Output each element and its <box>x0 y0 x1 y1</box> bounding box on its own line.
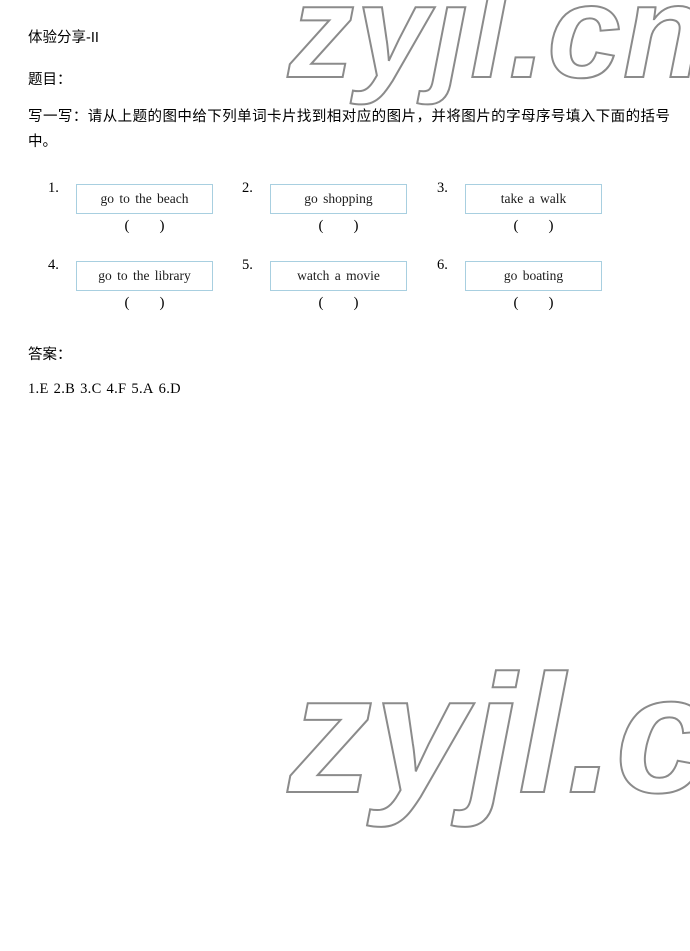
watermark-bottom: zyjl.cn <box>287 640 690 828</box>
card-phrase: watch a movie <box>297 268 380 283</box>
answer-item: 3.C <box>80 381 102 397</box>
question-section-label: 题目： <box>28 72 72 88</box>
answer-key-values: 1.E 2.B 3.C 4.F 5.A 6.D <box>28 381 186 398</box>
answer-key-label: 答案： <box>28 347 72 363</box>
card-number: 1. <box>48 180 59 196</box>
answer-item: 1.E <box>28 381 49 397</box>
answer-item: 4.F <box>106 381 127 397</box>
card-phrase: go to the beach <box>100 191 189 206</box>
word-card-grid: 1. go to the beach ( ) 2. go shopping ( … <box>0 178 690 332</box>
answer-blank[interactable]: ( ) <box>465 295 602 312</box>
card-box: go boating <box>465 261 602 291</box>
card-number: 4. <box>48 257 59 273</box>
answer-blank[interactable]: ( ) <box>270 295 407 312</box>
card-box: go to the beach <box>76 184 213 214</box>
card-number: 6. <box>437 257 448 273</box>
instruction-text: 写一写：请从上题的图中给下列单词卡片找到相对应的图片，并将图片的字母序号填入下面… <box>28 109 670 151</box>
card-phrase: take a walk <box>500 191 567 206</box>
card-phrase: go to the library <box>98 268 191 283</box>
answer-blank[interactable]: ( ) <box>76 295 213 312</box>
card-row: 4. go to the library ( ) 5. watch a movi… <box>0 255 690 332</box>
answer-blank[interactable]: ( ) <box>76 218 213 235</box>
card-phrase: go shopping <box>304 191 373 206</box>
card-number: 2. <box>242 180 253 196</box>
card-box: take a walk <box>465 184 602 214</box>
card-box: watch a movie <box>270 261 407 291</box>
card-number: 3. <box>437 180 448 196</box>
card-number: 5. <box>242 257 253 273</box>
card-row: 1. go to the beach ( ) 2. go shopping ( … <box>0 178 690 255</box>
answer-item: 5.A <box>131 381 154 397</box>
answer-item: 2.B <box>53 381 76 397</box>
card-phrase: go boating <box>503 268 564 283</box>
answer-blank[interactable]: ( ) <box>270 218 407 235</box>
watermark-top: zyjl.cn <box>287 0 690 105</box>
card-box: go to the library <box>76 261 213 291</box>
page-title: 体验分享-II <box>28 30 99 46</box>
answer-blank[interactable]: ( ) <box>465 218 602 235</box>
card-box: go shopping <box>270 184 407 214</box>
answer-item: 6.D <box>158 381 181 397</box>
